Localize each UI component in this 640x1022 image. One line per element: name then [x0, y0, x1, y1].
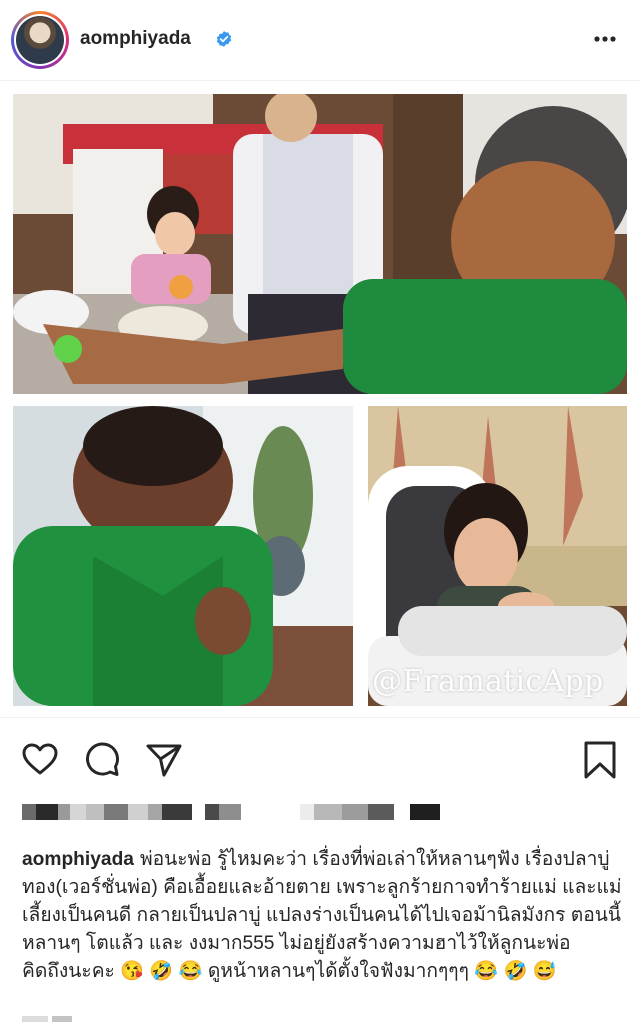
post-caption: aomphiyada พ่อนะพ่อ รู้ไหมคะว่า เรื่องที่… [22, 846, 622, 986]
photo-watermark: @FramaticApp [372, 664, 604, 699]
action-bar [0, 724, 640, 794]
verified-badge-icon [216, 31, 232, 47]
photo-divider [0, 717, 640, 718]
post-header: aomphiyada [0, 0, 640, 80]
comment-icon[interactable] [82, 740, 122, 780]
username[interactable]: aomphiyada [80, 28, 191, 50]
bookmark-icon[interactable] [580, 740, 620, 780]
send-icon[interactable] [144, 740, 184, 780]
avatar-image [14, 14, 66, 66]
likes-count[interactable] [22, 804, 442, 822]
avatar[interactable] [11, 11, 69, 69]
heart-icon[interactable] [20, 740, 60, 780]
photo-panel-bottom-right [368, 406, 627, 706]
photo-panel-bottom-left [13, 406, 353, 706]
more-options-icon[interactable] [592, 30, 618, 48]
photo-panel-top [13, 94, 627, 394]
caption-username[interactable]: aomphiyada [22, 849, 134, 870]
caption-more-fragment [22, 1016, 72, 1022]
post-photo[interactable]: @FramaticApp [0, 81, 640, 717]
